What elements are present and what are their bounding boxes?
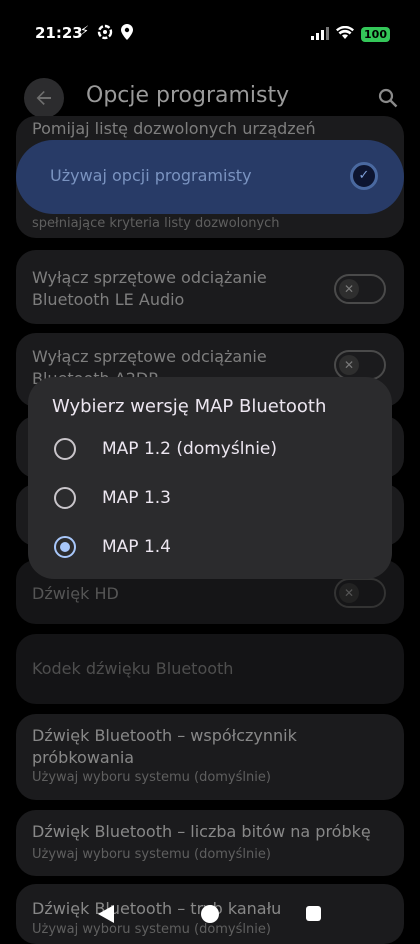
clock: 21:23	[35, 24, 83, 42]
list-item-subtitle: Używaj wyboru systemu (domyślnie)	[32, 847, 271, 862]
radio-option-map-1-3[interactable]: MAP 1.3	[48, 479, 378, 519]
list-item-title-line1: Wyłącz sprzętowe odciążanie	[32, 347, 267, 366]
list-item-le-audio[interactable]: Wyłącz sprzętowe odciążanie Bluetooth LE…	[16, 250, 404, 324]
developer-options-label: Używaj opcji programisty	[50, 166, 252, 185]
radio-option-label: MAP 1.3	[102, 488, 171, 508]
nav-recents-icon[interactable]	[306, 906, 321, 921]
list-item-codec[interactable]: Kodek dźwięku Bluetooth	[16, 634, 404, 704]
signal-icon	[311, 25, 330, 44]
navigation-bar	[0, 892, 420, 937]
map-version-dialog: Wybierz wersję MAP Bluetooth MAP 1.2 (do…	[28, 377, 392, 579]
location-icon	[121, 24, 134, 44]
radio-option-label: MAP 1.2 (domyślnie)	[102, 439, 278, 459]
list-item-bits[interactable]: Dźwięk Bluetooth – liczba bitów na próbk…	[16, 810, 404, 876]
arrow-back-icon	[36, 91, 51, 105]
list-item-title: Dźwięk HD	[32, 584, 119, 603]
list-item-subtitle: Używaj wyboru systemu (domyślnie)	[32, 770, 271, 785]
radio-option-map-1-4[interactable]: MAP 1.4	[48, 528, 378, 568]
search-icon	[378, 88, 398, 108]
list-item-sample-rate[interactable]: Dźwięk Bluetooth – współczynnik próbkowa…	[16, 714, 404, 800]
close-icon: ✕	[339, 355, 359, 375]
list-item-subtitle: spełniające kryteria listy dozwolonych	[32, 216, 280, 231]
dialog-title: Wybierz wersję MAP Bluetooth	[52, 396, 327, 417]
close-icon: ✕	[339, 279, 359, 299]
wifi-icon	[336, 25, 355, 44]
list-item-title-line1: Dźwięk Bluetooth – współczynnik	[32, 726, 297, 745]
page-title: Opcje programisty	[86, 83, 290, 108]
check-icon: ✓	[350, 162, 378, 190]
radio-button-selected[interactable]	[54, 536, 76, 558]
toggle-switch[interactable]: ✕	[334, 274, 386, 304]
search-button[interactable]	[370, 80, 406, 116]
flash-icon: ⚡	[80, 24, 90, 39]
radio-option-map-1-2[interactable]: MAP 1.2 (domyślnie)	[48, 430, 378, 470]
list-item-title-line2: Bluetooth LE Audio	[32, 290, 185, 309]
radio-button[interactable]	[54, 487, 76, 509]
toggle-switch[interactable]: ✕	[334, 578, 386, 608]
developer-options-toggle[interactable]: Używaj opcji programisty ✓	[16, 140, 404, 214]
nav-home-icon[interactable]	[201, 905, 219, 923]
app-icon	[97, 24, 113, 44]
list-item-title-line1: Wyłącz sprzętowe odciążanie	[32, 268, 267, 287]
nav-back-icon[interactable]	[97, 904, 115, 924]
toggle-switch[interactable]: ✕	[334, 350, 386, 380]
back-button[interactable]	[24, 78, 64, 118]
list-item-title-line2: próbkowania	[32, 748, 135, 767]
list-item-title: Pomijaj listę dozwolonych urządzeń	[32, 119, 316, 138]
radio-button[interactable]	[54, 438, 76, 460]
battery-icon: 100	[361, 27, 390, 42]
close-icon: ✕	[339, 583, 359, 603]
list-item-title: Kodek dźwięku Bluetooth	[32, 659, 234, 678]
radio-option-label: MAP 1.4	[102, 537, 171, 557]
list-item-title: Dźwięk Bluetooth – liczba bitów na próbk…	[32, 822, 371, 841]
status-bar: 21:23 ⚡ 100	[0, 0, 420, 66]
